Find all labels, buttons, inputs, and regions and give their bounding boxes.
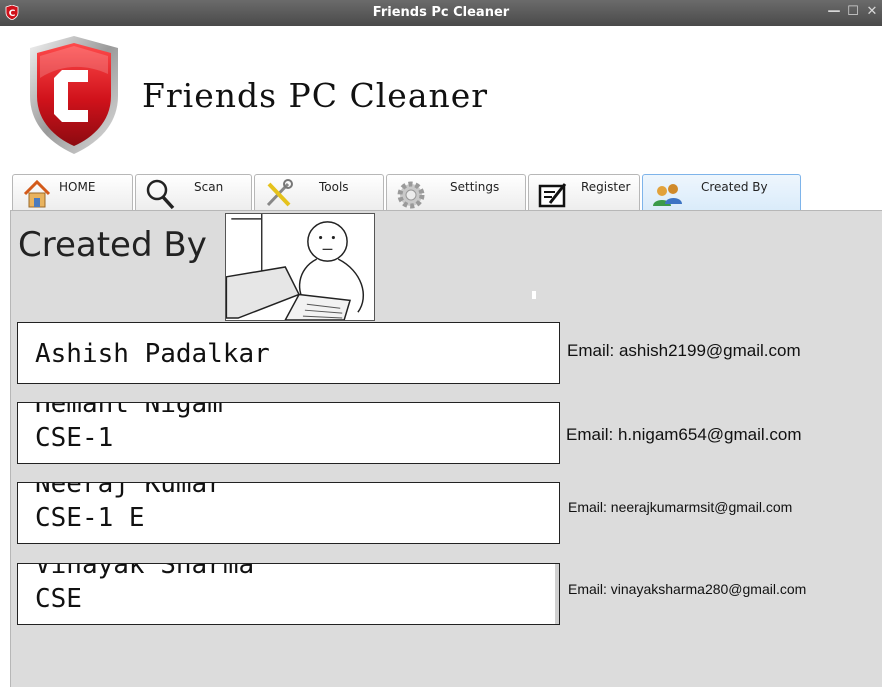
users-icon bbox=[653, 184, 682, 206]
tab-label: Scan bbox=[194, 180, 224, 194]
tab-created-by[interactable]: Created By bbox=[642, 174, 801, 212]
window-title: Friends Pc Cleaner bbox=[372, 5, 510, 20]
tab-tools[interactable]: Tools bbox=[254, 174, 384, 212]
app-name-heading: Friends PC Cleaner bbox=[142, 76, 489, 115]
close-button[interactable]: ✕ bbox=[864, 4, 880, 20]
register-icon bbox=[538, 183, 567, 208]
tools-icon bbox=[266, 179, 293, 207]
member-dept: CSE-1 E bbox=[35, 503, 145, 533]
scrollbar[interactable] bbox=[555, 564, 559, 624]
magnifier-icon bbox=[146, 179, 175, 210]
member-name: Ashish Padalkar bbox=[35, 339, 270, 369]
tab-scan[interactable]: Scan bbox=[135, 174, 252, 212]
tab-label: Settings bbox=[450, 180, 500, 194]
member-name: Neeraj Kumar bbox=[35, 482, 223, 499]
tab-label: HOME bbox=[59, 180, 96, 194]
title-bar: C Friends Pc Cleaner — ☐ ✕ bbox=[0, 0, 882, 26]
member-dept: CSE bbox=[35, 584, 82, 614]
maximize-button[interactable]: ☐ bbox=[845, 4, 861, 20]
member-email: Email: h.nigam654@gmail.com bbox=[566, 425, 802, 444]
member-name: Vinayak Sharma bbox=[35, 563, 255, 580]
member-email: Email: vinayaksharma280@gmail.com bbox=[568, 581, 807, 597]
gear-icon bbox=[397, 181, 425, 209]
stick-figure-image bbox=[225, 213, 375, 321]
member-card-3[interactable]: Neeraj Kumar CSE-1 E bbox=[17, 482, 560, 544]
member-card-1[interactable]: Ashish Padalkar bbox=[17, 322, 560, 384]
tab-register[interactable]: Register bbox=[528, 174, 640, 212]
member-card-4[interactable]: Vinayak Sharma CSE bbox=[17, 563, 560, 625]
app-header: Friends PC Cleaner bbox=[0, 26, 882, 172]
cursor-mark bbox=[532, 291, 536, 299]
shield-logo-icon bbox=[30, 36, 118, 154]
tab-label: Tools bbox=[319, 180, 349, 194]
tab-label: Register bbox=[581, 180, 631, 194]
member-email: Email: ashish2199@gmail.com bbox=[567, 341, 801, 360]
minimize-button[interactable]: — bbox=[826, 4, 842, 20]
house-icon bbox=[23, 179, 51, 208]
page-title: Created By bbox=[18, 225, 207, 265]
member-dept: CSE-1 bbox=[35, 423, 114, 453]
member-card-2[interactable]: Hemant Nigam CSE-1 bbox=[17, 402, 560, 464]
member-name: Hemant Nigam bbox=[35, 402, 223, 419]
tab-home[interactable]: HOME bbox=[12, 174, 133, 212]
tab-settings[interactable]: Settings bbox=[386, 174, 526, 212]
tab-label: Created By bbox=[701, 180, 768, 194]
member-email: Email: neerajkumarmsit@gmail.com bbox=[568, 499, 793, 515]
